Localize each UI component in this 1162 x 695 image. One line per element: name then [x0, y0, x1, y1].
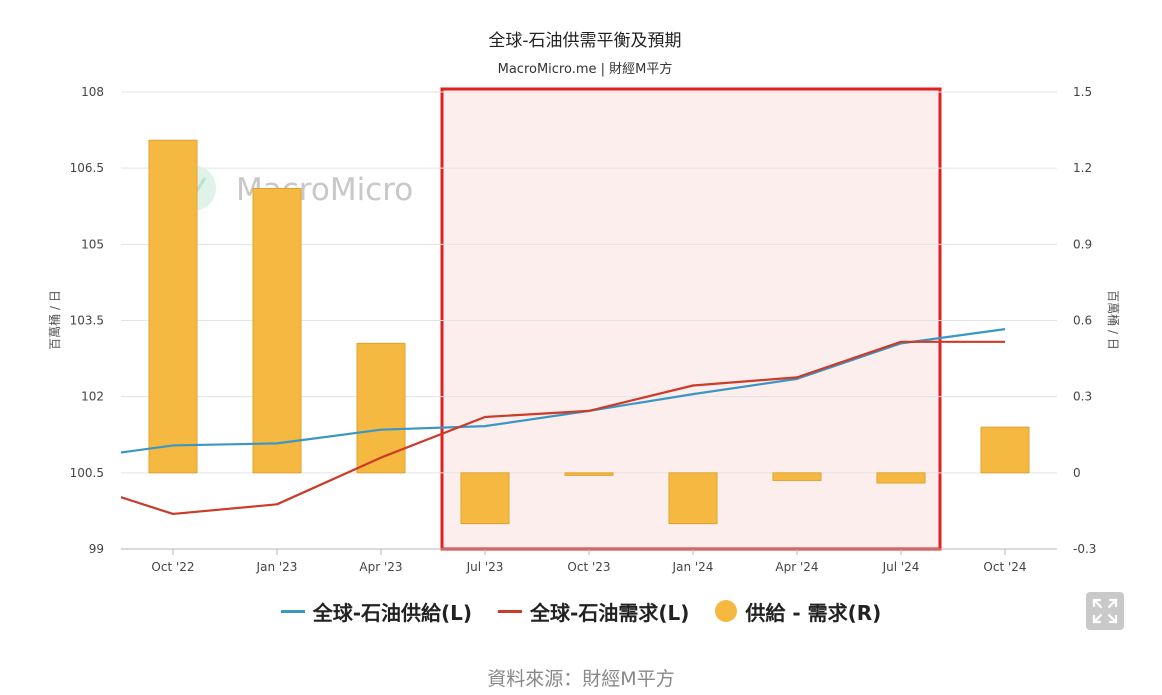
y-right-tick-label: -0.3 [1073, 542, 1096, 556]
y-right-tick-label: 0.6 [1073, 314, 1092, 328]
legend-label: 全球-石油供給(L) [312, 600, 473, 625]
chart-subtitle: MacroMicro.me | 財經M平方 [498, 61, 673, 77]
bar-balance[interactable] [772, 472, 822, 481]
legend-label: 全球-石油需求(L) [530, 600, 690, 625]
bar-balance[interactable] [252, 187, 302, 474]
source-credit: 資料來源：財經M平方 [487, 668, 675, 690]
y-right-tick-label: 1.5 [1073, 85, 1092, 99]
y-right-tick-label: 0 [1073, 466, 1081, 480]
legend-item-balance[interactable]: 供給 - 需求(R) [715, 597, 881, 626]
y-left-tick-label: 106.5 [70, 161, 104, 175]
legend-line-icon [498, 609, 523, 613]
y-axis-right-title: 百萬桶 / 日 [1106, 290, 1121, 350]
bar-balance[interactable] [876, 472, 926, 484]
legend-item-demand[interactable]: 全球-石油需求(L) [498, 597, 689, 626]
legend-dot-icon [715, 600, 738, 622]
expand-arrows-icon [1092, 598, 1118, 624]
x-tick-label: Jul '23 [466, 560, 504, 574]
y-left-tick-label: 108 [81, 85, 104, 99]
bar-balance[interactable] [460, 472, 510, 525]
chart-title: 全球-石油供需平衡及預期 [488, 31, 681, 51]
bar-balance[interactable] [148, 139, 198, 474]
y-right-tick-label: 1.2 [1073, 161, 1092, 175]
y-axis-left-title: 百萬桶 / 日 [47, 290, 62, 350]
y-left-tick-label: 105 [81, 237, 104, 251]
legend-label: 供給 - 需求(R) [745, 600, 882, 625]
x-tick-label: Jul '24 [882, 560, 920, 574]
chart-canvas: MacroMicro 108106.5105103.5102100.5991.5… [47, 31, 1121, 574]
expand-chart-button[interactable] [1086, 592, 1124, 630]
bar-balance[interactable] [564, 472, 614, 476]
y-left-tick-label: 102 [81, 390, 104, 404]
y-left-tick-label: 100.5 [70, 466, 104, 480]
x-tick-label: Oct '23 [567, 560, 610, 574]
x-tick-label: Apr '23 [359, 560, 402, 574]
y-right-tick-label: 0.3 [1073, 390, 1092, 404]
chart-legend: 全球-石油供給(L) 全球-石油需求(L) 供給 - 需求(R) [0, 594, 1162, 628]
legend-line-icon [280, 609, 305, 613]
bar-balance[interactable] [980, 426, 1030, 474]
x-tick-label: Oct '24 [983, 560, 1026, 574]
legend-item-supply[interactable]: 全球-石油供給(L) [280, 597, 473, 626]
bar-balance[interactable] [356, 342, 406, 474]
x-tick-label: Jan '24 [672, 560, 714, 574]
y-left-tick-label: 103.5 [70, 314, 104, 328]
y-left-tick-label: 99 [89, 542, 104, 556]
bar-balance[interactable] [668, 472, 718, 525]
x-tick-label: Apr '24 [775, 560, 818, 574]
x-tick-label: Jan '23 [256, 560, 298, 574]
x-tick-label: Oct '22 [151, 560, 194, 574]
y-right-tick-label: 0.9 [1073, 237, 1092, 251]
